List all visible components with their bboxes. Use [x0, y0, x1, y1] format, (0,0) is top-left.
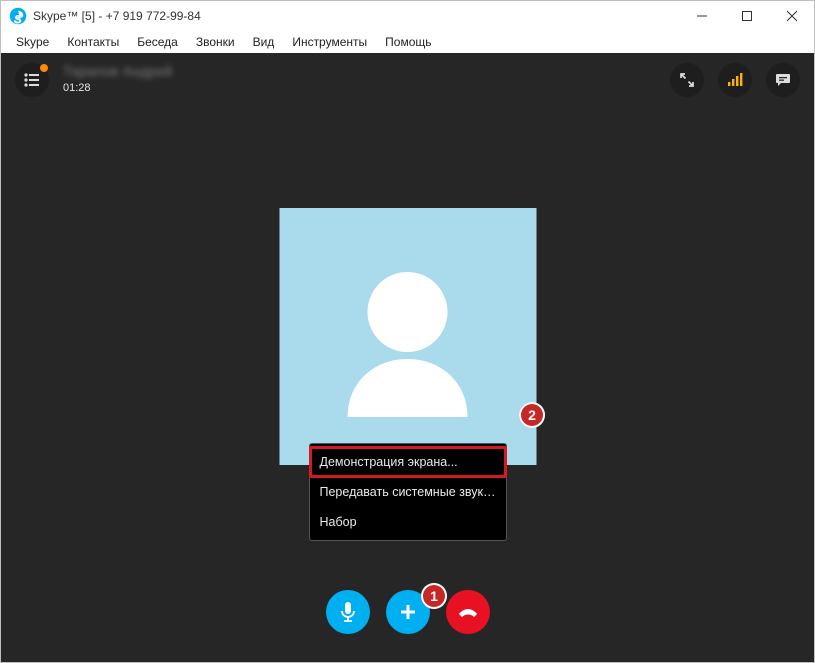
- call-controls: [326, 590, 490, 634]
- menu-help[interactable]: Помощь: [376, 33, 440, 51]
- menu-skype[interactable]: Skype: [7, 33, 58, 51]
- contact-name: Тарапов Андрей: [63, 63, 172, 79]
- signal-icon: [727, 73, 743, 87]
- fullscreen-icon: [680, 73, 694, 87]
- hangup-icon: [456, 600, 480, 624]
- maximize-icon: [742, 11, 752, 21]
- window-title: Skype™ [5] - +7 919 772-99-84: [33, 9, 201, 23]
- titlebar: Skype™ [5] - +7 919 772-99-84: [1, 1, 814, 31]
- avatar-placeholder-icon: [333, 257, 483, 417]
- menu-item-system-sounds[interactable]: Передавать системные звуки...: [310, 477, 506, 507]
- menu-view[interactable]: Вид: [244, 33, 284, 51]
- skype-logo-icon: [9, 7, 27, 25]
- list-icon: [24, 73, 40, 87]
- contact-info: Тарапов Андрей 01:28: [63, 63, 172, 94]
- chat-button[interactable]: [766, 63, 800, 97]
- hangup-button[interactable]: [446, 590, 490, 634]
- notification-dot-icon: [40, 64, 48, 72]
- call-area: Тарапов Андрей 01:28: [1, 53, 814, 662]
- menu-item-dialpad[interactable]: Набор: [310, 507, 506, 537]
- call-timer: 01:28: [63, 82, 172, 94]
- contacts-list-button[interactable]: [15, 63, 49, 97]
- maximize-button[interactable]: [724, 1, 769, 31]
- avatar: [279, 208, 536, 465]
- annotation-badge-2: 2: [519, 402, 545, 428]
- call-quality-button[interactable]: [718, 63, 752, 97]
- menu-tools[interactable]: Инструменты: [283, 33, 376, 51]
- call-header: Тарапов Андрей 01:28: [15, 63, 172, 97]
- menu-conversation[interactable]: Беседа: [128, 33, 187, 51]
- minimize-icon: [697, 11, 707, 21]
- call-top-actions: [670, 63, 800, 97]
- app-window: Skype™ [5] - +7 919 772-99-84 Skype Конт…: [0, 0, 815, 663]
- menubar: Skype Контакты Беседа Звонки Вид Инструм…: [1, 31, 814, 53]
- minimize-button[interactable]: [679, 1, 724, 31]
- plus-icon: [398, 602, 418, 622]
- annotation-badge-1: 1: [421, 583, 447, 609]
- mute-button[interactable]: [326, 590, 370, 634]
- fullscreen-button[interactable]: [670, 63, 704, 97]
- chat-icon: [775, 72, 791, 88]
- close-icon: [787, 11, 797, 21]
- menu-calls[interactable]: Звонки: [187, 33, 244, 51]
- mic-icon: [339, 601, 357, 623]
- menu-item-screen-share[interactable]: Демонстрация экрана...: [310, 447, 506, 477]
- close-button[interactable]: [769, 1, 814, 31]
- add-menu-popup: Демонстрация экрана... Передавать систем…: [309, 443, 507, 541]
- menu-contacts[interactable]: Контакты: [58, 33, 128, 51]
